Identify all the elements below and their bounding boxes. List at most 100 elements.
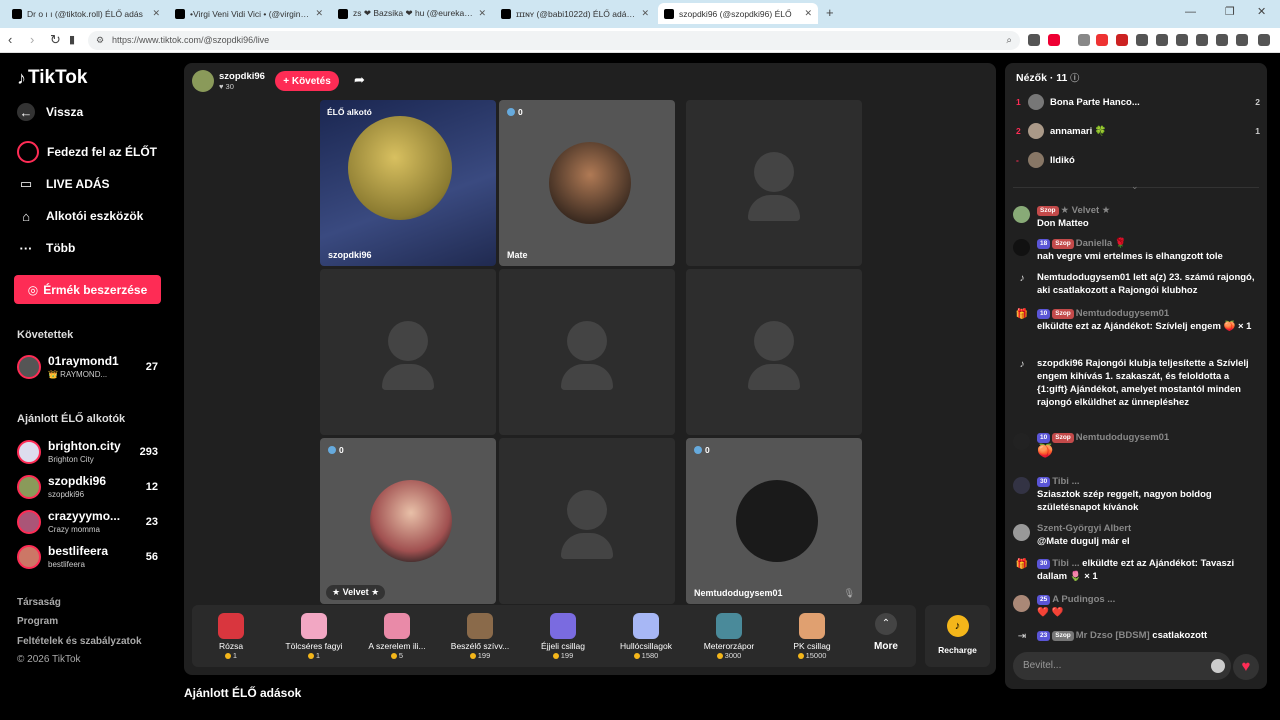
extension-icon[interactable]	[1156, 34, 1168, 46]
viewer-row[interactable]: - Ildikó	[1016, 151, 1260, 169]
guest-cell-host[interactable]: ÉLŐ alkotó szopdki96	[320, 100, 496, 266]
avatar	[1013, 524, 1030, 541]
coin-icon	[716, 652, 723, 659]
empty-seat[interactable]	[686, 100, 862, 266]
gift-count: 0	[328, 445, 344, 455]
mic-muted-icon: 🎙	[843, 588, 855, 598]
new-tab-button[interactable]: +	[826, 5, 834, 20]
wallet-icon[interactable]	[1196, 34, 1208, 46]
viewer-row[interactable]: 2 annamari 🍀 1	[1016, 122, 1260, 140]
zoom-icon[interactable]: ⌕	[1006, 31, 1012, 50]
share-icon[interactable]: ➦	[354, 72, 365, 88]
browser-tab[interactable]: •Virgi Veni Vidi Vici • (@virginvenividi…	[169, 3, 329, 24]
footer-link[interactable]: Társaság	[17, 597, 61, 608]
more-gifts-button[interactable]: ⌃ More	[864, 611, 908, 661]
host-avatar[interactable]	[192, 70, 214, 92]
shooting-stars-icon	[633, 613, 659, 639]
recommended-account[interactable]: brighton.city Brighton City 293	[17, 438, 162, 468]
like-heart-button[interactable]: ♥	[1233, 654, 1259, 680]
avatar	[1013, 477, 1030, 494]
ice-cream-icon	[301, 613, 327, 639]
close-window-icon[interactable]: ✕	[1257, 5, 1266, 18]
guest-cell[interactable]: 0 Nemtudodugysem01 🎙	[686, 438, 862, 604]
nav-live-studio[interactable]: ▭ LIVE ADÁS	[17, 175, 110, 193]
back-button[interactable]: ← Vissza	[17, 103, 83, 121]
chevron-down-icon[interactable]: ⌄	[1131, 181, 1139, 192]
footer-link[interactable]: Feltételek és szabályzatok	[17, 636, 142, 647]
chat-system-message: ♪ szopdki96 Rajongói klubja teljesítette…	[1013, 357, 1261, 409]
guest-cell[interactable]: 0 Mate	[499, 100, 675, 266]
close-tab-icon[interactable]: ✕	[641, 8, 649, 19]
footer-link[interactable]: Program	[17, 616, 58, 627]
sidebar-toggle-icon[interactable]	[1176, 34, 1188, 46]
gift-item[interactable]: Beszélő szívv... 199	[441, 609, 519, 665]
maximize-icon[interactable]: ❐	[1225, 5, 1235, 18]
close-tab-icon[interactable]: ✕	[804, 8, 812, 19]
recommended-account[interactable]: szopdki96 szopdki96 12	[17, 473, 162, 503]
menu-icon[interactable]	[1258, 34, 1270, 46]
left-sidebar: ♪ TikTok ← Vissza Fedezd fel az ÉLŐT ▭ LIVE…	[0, 53, 180, 720]
gift-item[interactable]: PK csillag 15000	[773, 609, 851, 665]
gift-item[interactable]: Tölcséres fagyi 1	[275, 609, 353, 665]
viewer-row[interactable]: 1 Bona Parte Hanco... 2	[1016, 93, 1260, 111]
gift-item[interactable]: Hullócsillagok 1580	[607, 609, 685, 665]
host-info[interactable]: szopdki96 ♥ 30	[192, 70, 265, 92]
bookmark-icon[interactable]: ▮	[69, 32, 75, 48]
recommended-account[interactable]: bestlifeera bestlifeera 56	[17, 543, 162, 573]
coin-icon	[307, 652, 314, 659]
close-tab-icon[interactable]: ✕	[152, 8, 160, 19]
url-input[interactable]: ⚙ https://www.tiktok.com/@szopdki96/live…	[88, 31, 1020, 50]
nav-more[interactable]: ··· Több	[17, 239, 76, 257]
recommended-account[interactable]: crazyyymo... Crazy momma 23	[17, 508, 162, 538]
browser-tab[interactable]: zs ❤ Bazsika ❤ hu (@eurekaeureka)✕	[332, 3, 492, 24]
following-account[interactable]: 01raymond1 👑 RAYMOND... 27	[17, 353, 162, 383]
tiktok-note-icon: ♪	[1019, 273, 1025, 284]
empty-seat[interactable]	[686, 269, 862, 435]
person-placeholder-icon	[388, 321, 428, 361]
brave-shield-icon[interactable]	[1028, 34, 1040, 46]
browser-tab[interactable]: ɪɪɪɴʏ (@babi1022d) ÉLŐ adásban ✕	[495, 3, 655, 24]
minimize-icon[interactable]: —	[1185, 6, 1196, 18]
forward-nav-icon[interactable]: ›	[30, 32, 34, 48]
extension-icon[interactable]	[1096, 34, 1108, 46]
chat-message: 10 Szop Nemtudodugysem01 🍑	[1013, 431, 1261, 459]
nav-creator-tools[interactable]: ⌂ Alkotói eszközök	[17, 207, 143, 225]
chat-message: Szop ★ Velvet ★ Don Matteo	[1013, 204, 1261, 230]
extension-icon[interactable]	[1216, 34, 1228, 46]
gift-count: 0	[507, 107, 523, 117]
gift-item[interactable]: Éjjeli csillag 199	[524, 609, 602, 665]
follow-button[interactable]: + Követés	[275, 71, 339, 91]
close-tab-icon[interactable]: ✕	[315, 8, 323, 19]
recharge-button[interactable]: ♪ Recharge	[925, 605, 990, 667]
live-avatar-icon	[17, 141, 39, 163]
close-tab-icon[interactable]: ✕	[478, 8, 486, 19]
gift-item[interactable]: Meterorzápor 3000	[690, 609, 768, 665]
browser-tab[interactable]: Dr o ı ı (@tiktok.roll) ÉLŐ adás ✕	[6, 3, 166, 24]
chat-input[interactable]: Bevitel...	[1013, 652, 1231, 680]
site-info-icon[interactable]: ⚙	[96, 31, 104, 50]
avatar	[17, 440, 41, 464]
avatar	[1013, 206, 1030, 223]
extension-icon[interactable]	[1116, 34, 1128, 46]
empty-seat[interactable]	[499, 438, 675, 604]
emoji-icon[interactable]	[1211, 659, 1225, 673]
tiktok-logo[interactable]: ♪ TikTok	[17, 67, 87, 89]
gift-item[interactable]: Rózsa 1	[192, 609, 270, 665]
empty-seat[interactable]	[320, 269, 496, 435]
gift-item[interactable]: A szerelem ili... 5	[358, 609, 436, 665]
gift-bar: Rózsa 1 Tölcséres fagyi 1 A szerelem ili..…	[192, 605, 916, 667]
vpn-icon[interactable]	[1236, 34, 1248, 46]
browser-tab-active[interactable]: szopdki96 (@szopdki96) ÉLŐ ✕	[658, 3, 818, 24]
empty-seat[interactable]	[499, 269, 675, 435]
info-icon[interactable]: ⓘ	[1070, 73, 1079, 83]
brave-rewards-icon[interactable]	[1048, 34, 1060, 46]
host-name: szopdki96	[219, 71, 265, 82]
nav-explore-live[interactable]: Fedezd fel az ÉLŐT	[17, 141, 157, 163]
guest-cell[interactable]: 0 ★ Velvet ★	[320, 438, 496, 604]
avatar	[1028, 123, 1044, 139]
extension-icon[interactable]	[1078, 34, 1090, 46]
extension-icon[interactable]	[1136, 34, 1148, 46]
get-coins-button[interactable]: ◎ Érmék beszerzése	[14, 275, 161, 304]
back-nav-icon[interactable]: ‹	[8, 32, 12, 48]
reload-icon[interactable]: ↻	[50, 32, 61, 48]
